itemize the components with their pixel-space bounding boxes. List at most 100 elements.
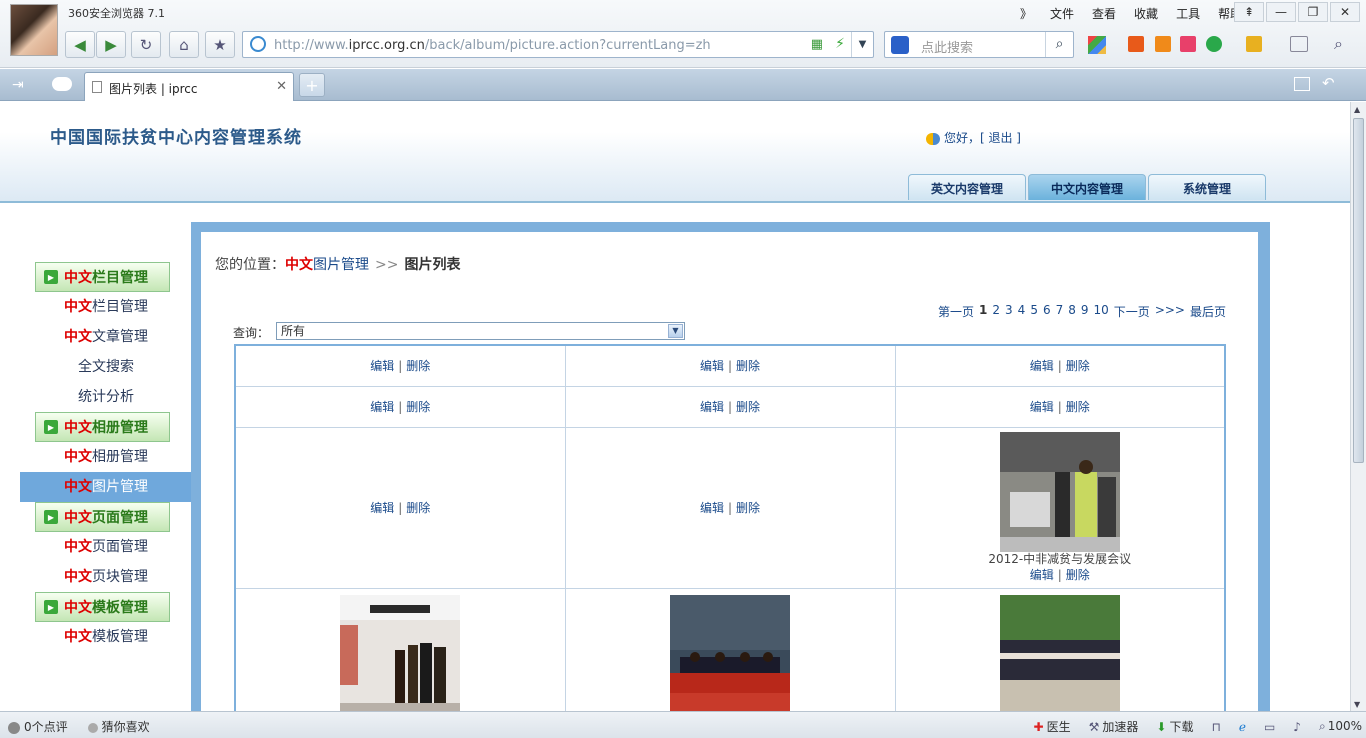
scroll-down-icon[interactable]: ▼ <box>1354 700 1360 709</box>
restore-button[interactable]: ❐ <box>1298 2 1328 22</box>
translate-icon[interactable] <box>1128 36 1144 52</box>
pager-first[interactable]: 第一页 <box>938 303 974 320</box>
zoom-search-icon[interactable]: ⌕ <box>1334 34 1343 54</box>
pager-page-3[interactable]: 3 <box>1005 303 1013 320</box>
vertical-scrollbar[interactable]: ▲ ▼ <box>1350 102 1366 711</box>
menu-tools[interactable]: 工具 <box>1176 5 1200 22</box>
forward-button[interactable]: ▶ <box>96 31 126 58</box>
sidebar-toggle-icon[interactable]: ⇥ <box>12 77 24 93</box>
pager-page-5[interactable]: 5 <box>1030 303 1038 320</box>
delete-link[interactable]: 删除 <box>406 359 430 373</box>
address-text[interactable]: http://www.iprcc.org.cn/back/album/pictu… <box>274 38 711 53</box>
sidebar-item-articles[interactable]: 中文文章管理 <box>20 322 192 352</box>
edit-link[interactable]: 编辑 <box>1030 400 1054 414</box>
screenshot-icon[interactable] <box>1290 36 1308 52</box>
sidebar-head-templates[interactable]: ▶ 中文 模板管理 <box>35 592 170 622</box>
ie-icon[interactable]: ℯ <box>1239 720 1246 734</box>
edit-link[interactable]: 编辑 <box>700 400 724 414</box>
sidebar-item-fulltext-search[interactable]: 全文搜索 <box>20 352 192 382</box>
edit-link[interactable]: 编辑 <box>700 501 724 515</box>
delete-link[interactable]: 删除 <box>406 400 430 414</box>
photo-thumbnail[interactable] <box>999 432 1120 552</box>
refresh-button[interactable]: ↻ <box>131 31 161 58</box>
search-engine-icon[interactable] <box>891 36 909 54</box>
delete-link[interactable]: 删除 <box>736 400 760 414</box>
favorite-button[interactable]: ★ <box>205 31 235 58</box>
address-bar[interactable]: http://www.iprcc.org.cn/back/album/pictu… <box>242 31 874 58</box>
accelerator-status[interactable]: ⚒ 加速器 <box>1089 718 1139 735</box>
apps-icon[interactable] <box>1088 36 1106 54</box>
tab-system-management[interactable]: 系统管理 <box>1148 174 1266 200</box>
shopping-icon[interactable] <box>1180 36 1196 52</box>
compat-mode-icon[interactable]: ⊓ <box>1211 720 1220 734</box>
sidebar-head-columns[interactable]: ▶ 中文 栏目管理 <box>35 262 170 292</box>
sidebar-item-blocks[interactable]: 中文页块管理 <box>20 562 192 592</box>
tab-chinese-content[interactable]: 中文内容管理 <box>1028 174 1146 200</box>
minimize-button[interactable]: — <box>1266 2 1296 22</box>
pager-page-4[interactable]: 4 <box>1018 303 1026 320</box>
pager-page-10[interactable]: 10 <box>1094 303 1109 320</box>
delete-link[interactable]: 删除 <box>1066 359 1090 373</box>
back-button[interactable]: ◀ <box>65 31 95 58</box>
search-input[interactable]: 点此搜索 ⌕ <box>884 31 1074 58</box>
comments-status[interactable]: 0个点评 <box>8 718 68 735</box>
cloud-icon[interactable] <box>52 77 72 91</box>
tab-english-content[interactable]: 英文内容管理 <box>908 174 1026 200</box>
sidebar-item-pages[interactable]: 中文页面管理 <box>20 532 192 562</box>
download-status[interactable]: ⬇ 下载 <box>1156 718 1193 735</box>
greeting-text[interactable]: 您好，[ 退出 ] <box>944 131 1021 145</box>
tab-list-icon[interactable] <box>1294 77 1310 91</box>
pager-page-9[interactable]: 9 <box>1081 303 1089 320</box>
edit-link[interactable]: 编辑 <box>370 501 394 515</box>
menu-more[interactable]: 》 <box>1020 5 1032 22</box>
new-tab-button[interactable]: + <box>299 73 325 97</box>
scroll-up-icon[interactable]: ▲ <box>1354 105 1360 114</box>
delete-link[interactable]: 删除 <box>1066 568 1090 582</box>
delete-link[interactable]: 删除 <box>736 359 760 373</box>
pager-next[interactable]: 下一页 <box>1114 303 1150 320</box>
speaker-icon[interactable]: ♪ <box>1293 720 1301 734</box>
qr-code-icon[interactable]: ▦ <box>811 37 823 52</box>
avatar[interactable] <box>10 4 58 56</box>
menu-file[interactable]: 文件 <box>1050 5 1074 22</box>
photo-thumbnail[interactable] <box>340 594 461 712</box>
breadcrumb-link-pictures[interactable]: 图片管理 <box>313 257 369 273</box>
sidebar-item-statistics[interactable]: 统计分析 <box>20 382 192 412</box>
scroll-thumb[interactable] <box>1353 118 1364 463</box>
address-dropdown-icon[interactable]: ▼ <box>851 32 873 57</box>
pin-button[interactable]: ⇞ <box>1234 2 1264 22</box>
edit-link[interactable]: 编辑 <box>1030 568 1054 582</box>
tab-picture-list[interactable]: 图片列表 | iprcc ✕ <box>84 72 294 101</box>
pager-more[interactable]: >>> <box>1155 303 1185 320</box>
menu-view[interactable]: 查看 <box>1092 5 1116 22</box>
plugin-icon[interactable] <box>1246 36 1262 52</box>
pager-page-7[interactable]: 7 <box>1056 303 1064 320</box>
sidebar-item-templates[interactable]: 中文模板管理 <box>20 622 192 652</box>
undo-close-icon[interactable]: ↶ <box>1322 74 1335 92</box>
zoom-status[interactable]: ⌕ 100% <box>1319 719 1362 734</box>
edit-link[interactable]: 编辑 <box>370 400 394 414</box>
window-icon[interactable]: ▭ <box>1264 720 1275 734</box>
sidebar-item-pictures[interactable]: 中文图片管理 <box>20 472 192 502</box>
edit-link[interactable]: 编辑 <box>370 359 394 373</box>
pager-page-2[interactable]: 2 <box>992 303 1000 320</box>
delete-link[interactable]: 删除 <box>1066 400 1090 414</box>
pager-page-6[interactable]: 6 <box>1043 303 1051 320</box>
photo-thumbnail[interactable] <box>670 594 790 712</box>
photo-thumbnail[interactable] <box>999 594 1120 712</box>
sidebar-item-albums[interactable]: 中文相册管理 <box>20 442 192 472</box>
pager-page-8[interactable]: 8 <box>1068 303 1076 320</box>
flight-icon[interactable] <box>1155 36 1171 52</box>
edit-link[interactable]: 编辑 <box>700 359 724 373</box>
lightning-icon[interactable]: ⚡ <box>835 36 845 52</box>
tab-close-icon[interactable]: ✕ <box>276 79 287 94</box>
close-window-button[interactable]: ✕ <box>1330 2 1360 22</box>
home-button[interactable]: ⌂ <box>169 31 199 58</box>
sidebar-head-pages[interactable]: ▶ 中文 页面管理 <box>35 502 170 532</box>
sidebar-item-columns[interactable]: 中文栏目管理 <box>20 292 192 322</box>
menu-favorites[interactable]: 收藏 <box>1134 5 1158 22</box>
delete-link[interactable]: 删除 <box>736 501 760 515</box>
pager-last[interactable]: 最后页 <box>1190 303 1226 320</box>
query-select[interactable]: 所有 ▼ <box>276 322 685 340</box>
sidebar-head-albums[interactable]: ▶ 中文 相册管理 <box>35 412 170 442</box>
